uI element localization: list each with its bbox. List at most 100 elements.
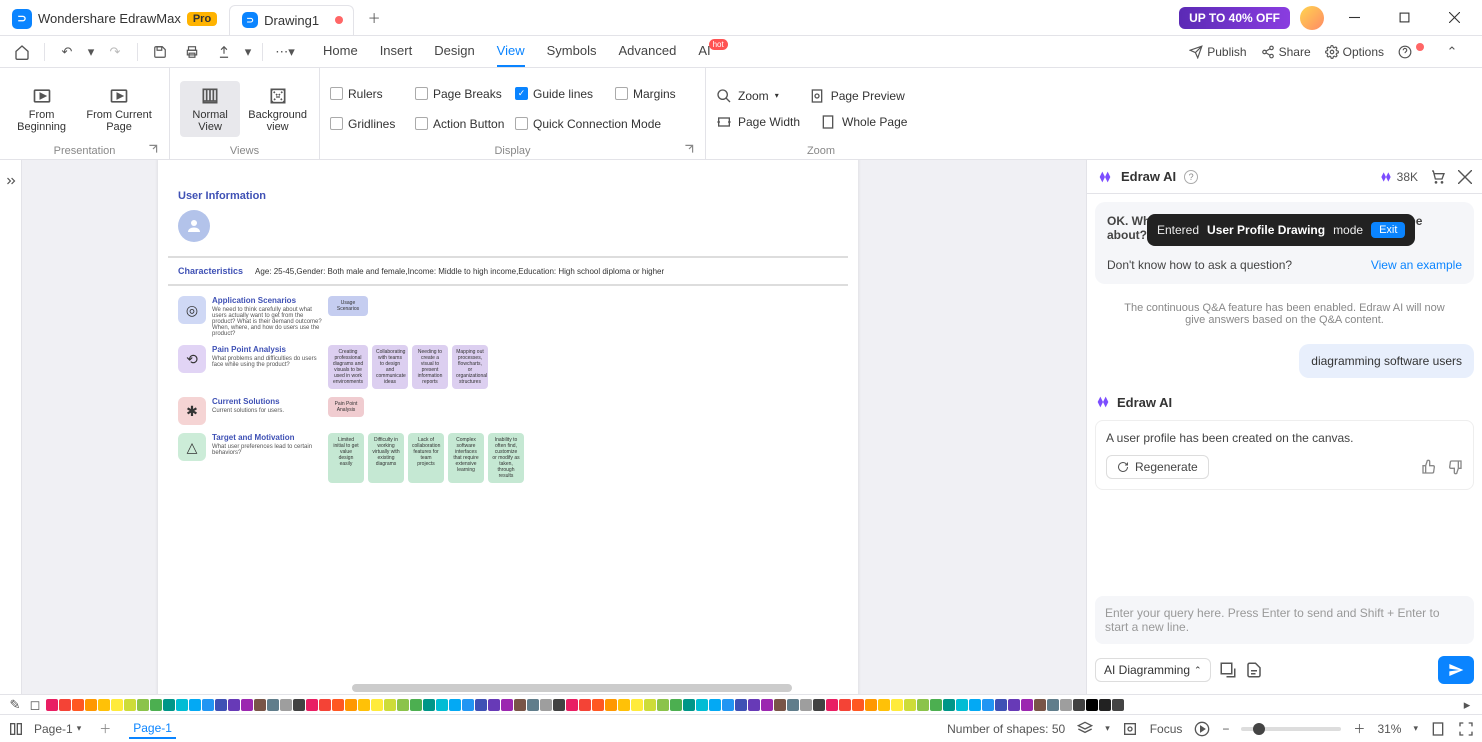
color-swatch[interactable]	[228, 699, 240, 711]
help-button[interactable]	[1398, 45, 1424, 59]
guide-lines-checkbox[interactable]: Guide lines	[515, 84, 615, 104]
canvas-area[interactable]: User Information Characteristics Age: 25…	[22, 160, 1086, 694]
undo-button[interactable]: ↶	[53, 39, 81, 65]
gridlines-checkbox[interactable]: Gridlines	[330, 114, 415, 134]
color-swatch[interactable]	[826, 699, 838, 711]
color-swatch[interactable]	[98, 699, 110, 711]
color-swatch[interactable]	[397, 699, 409, 711]
zoom-out-button[interactable]: −	[1222, 722, 1229, 736]
color-swatch[interactable]	[267, 699, 279, 711]
canvas-page[interactable]: User Information Characteristics Age: 25…	[158, 160, 858, 694]
add-page-button[interactable]: ＋	[99, 720, 111, 737]
color-swatch[interactable]	[293, 699, 305, 711]
expand-icon[interactable]	[147, 143, 159, 155]
color-swatch[interactable]	[85, 699, 97, 711]
color-swatch[interactable]	[683, 699, 695, 711]
minimize-button[interactable]	[1334, 3, 1374, 33]
color-swatch[interactable]	[800, 699, 812, 711]
color-swatch[interactable]	[579, 699, 591, 711]
eyedropper-icon[interactable]: ✎	[6, 696, 24, 714]
options-button[interactable]: Options	[1325, 45, 1384, 59]
cart-icon[interactable]	[1430, 169, 1446, 185]
color-swatch[interactable]	[631, 699, 643, 711]
color-swatch[interactable]	[59, 699, 71, 711]
color-swatch[interactable]	[202, 699, 214, 711]
color-swatch[interactable]	[332, 699, 344, 711]
fit-page-icon[interactable]	[1430, 721, 1446, 737]
pages-icon[interactable]	[8, 721, 24, 737]
no-fill-icon[interactable]: ◻	[26, 696, 44, 714]
color-swatch[interactable]	[722, 699, 734, 711]
focus-icon[interactable]	[1122, 721, 1138, 737]
color-swatch[interactable]	[527, 699, 539, 711]
page-width-button[interactable]: Page Width	[716, 114, 800, 130]
undo-dropdown[interactable]: ▾	[85, 39, 97, 65]
regenerate-button[interactable]: Regenerate	[1106, 455, 1209, 479]
more-dropdown[interactable]: ⋯▾	[271, 39, 299, 65]
quick-connection-checkbox[interactable]: Quick Connection Mode	[515, 114, 685, 134]
color-swatch[interactable]	[1073, 699, 1085, 711]
color-swatch[interactable]	[592, 699, 604, 711]
color-swatch[interactable]	[748, 699, 760, 711]
tab-view[interactable]: View	[497, 36, 525, 67]
color-swatch[interactable]	[1047, 699, 1059, 711]
color-swatch[interactable]	[176, 699, 188, 711]
insert-to-canvas-button[interactable]	[1219, 661, 1237, 679]
send-button[interactable]	[1438, 656, 1474, 684]
color-swatch[interactable]	[839, 699, 851, 711]
color-swatch[interactable]	[878, 699, 890, 711]
color-swatch[interactable]	[1060, 699, 1072, 711]
color-swatch[interactable]	[358, 699, 370, 711]
page-selector[interactable]: Page-1▾	[34, 722, 81, 736]
color-swatch[interactable]	[605, 699, 617, 711]
tab-advanced[interactable]: Advanced	[618, 36, 676, 67]
from-beginning-button[interactable]: From Beginning	[10, 81, 73, 137]
color-swatch[interactable]	[709, 699, 721, 711]
tab-design[interactable]: Design	[434, 36, 474, 67]
color-swatch[interactable]	[163, 699, 175, 711]
color-swatch[interactable]	[371, 699, 383, 711]
color-swatch[interactable]	[384, 699, 396, 711]
color-swatch[interactable]	[514, 699, 526, 711]
color-swatch[interactable]	[475, 699, 487, 711]
color-swatch[interactable]	[566, 699, 578, 711]
focus-label[interactable]: Focus	[1150, 722, 1183, 736]
color-swatch[interactable]	[410, 699, 422, 711]
action-button-checkbox[interactable]: Action Button	[415, 114, 515, 134]
tab-symbols[interactable]: Symbols	[547, 36, 597, 67]
play-icon[interactable]	[1194, 721, 1210, 737]
color-swatch[interactable]	[618, 699, 630, 711]
horizontal-scrollbar[interactable]	[22, 684, 1086, 694]
reward-icon[interactable]	[1300, 6, 1324, 30]
color-swatch[interactable]	[969, 699, 981, 711]
close-panel-button[interactable]	[1458, 170, 1472, 184]
color-swatch[interactable]	[124, 699, 136, 711]
thumbs-down-button[interactable]	[1447, 459, 1463, 475]
export-dropdown[interactable]: ▾	[242, 39, 254, 65]
color-swatch[interactable]	[1008, 699, 1020, 711]
color-swatch[interactable]	[761, 699, 773, 711]
color-swatch[interactable]	[930, 699, 942, 711]
color-swatch[interactable]	[501, 699, 513, 711]
zoom-slider[interactable]	[1241, 727, 1341, 731]
collapse-ribbon-button[interactable]: ⌃	[1438, 39, 1466, 65]
page-preview-button[interactable]: Page Preview	[809, 88, 905, 104]
page-breaks-checkbox[interactable]: Page Breaks	[415, 84, 515, 104]
layers-icon[interactable]	[1077, 721, 1093, 737]
color-swatch[interactable]	[46, 699, 58, 711]
help-icon[interactable]: ?	[1184, 170, 1198, 184]
from-current-button[interactable]: From Current Page	[79, 81, 159, 137]
document-tab[interactable]: ⊃ Drawing1	[229, 5, 354, 35]
expand-left-panel-button[interactable]	[0, 160, 22, 694]
color-swatch[interactable]	[1086, 699, 1098, 711]
color-swatch[interactable]	[189, 699, 201, 711]
publish-button[interactable]: Publish	[1189, 45, 1246, 59]
color-swatch[interactable]	[813, 699, 825, 711]
color-swatch[interactable]	[943, 699, 955, 711]
print-button[interactable]	[178, 39, 206, 65]
color-swatch[interactable]	[345, 699, 357, 711]
fullscreen-icon[interactable]	[1458, 721, 1474, 737]
color-swatch[interactable]	[774, 699, 786, 711]
color-swatch[interactable]	[72, 699, 84, 711]
rulers-checkbox[interactable]: Rulers	[330, 84, 415, 104]
